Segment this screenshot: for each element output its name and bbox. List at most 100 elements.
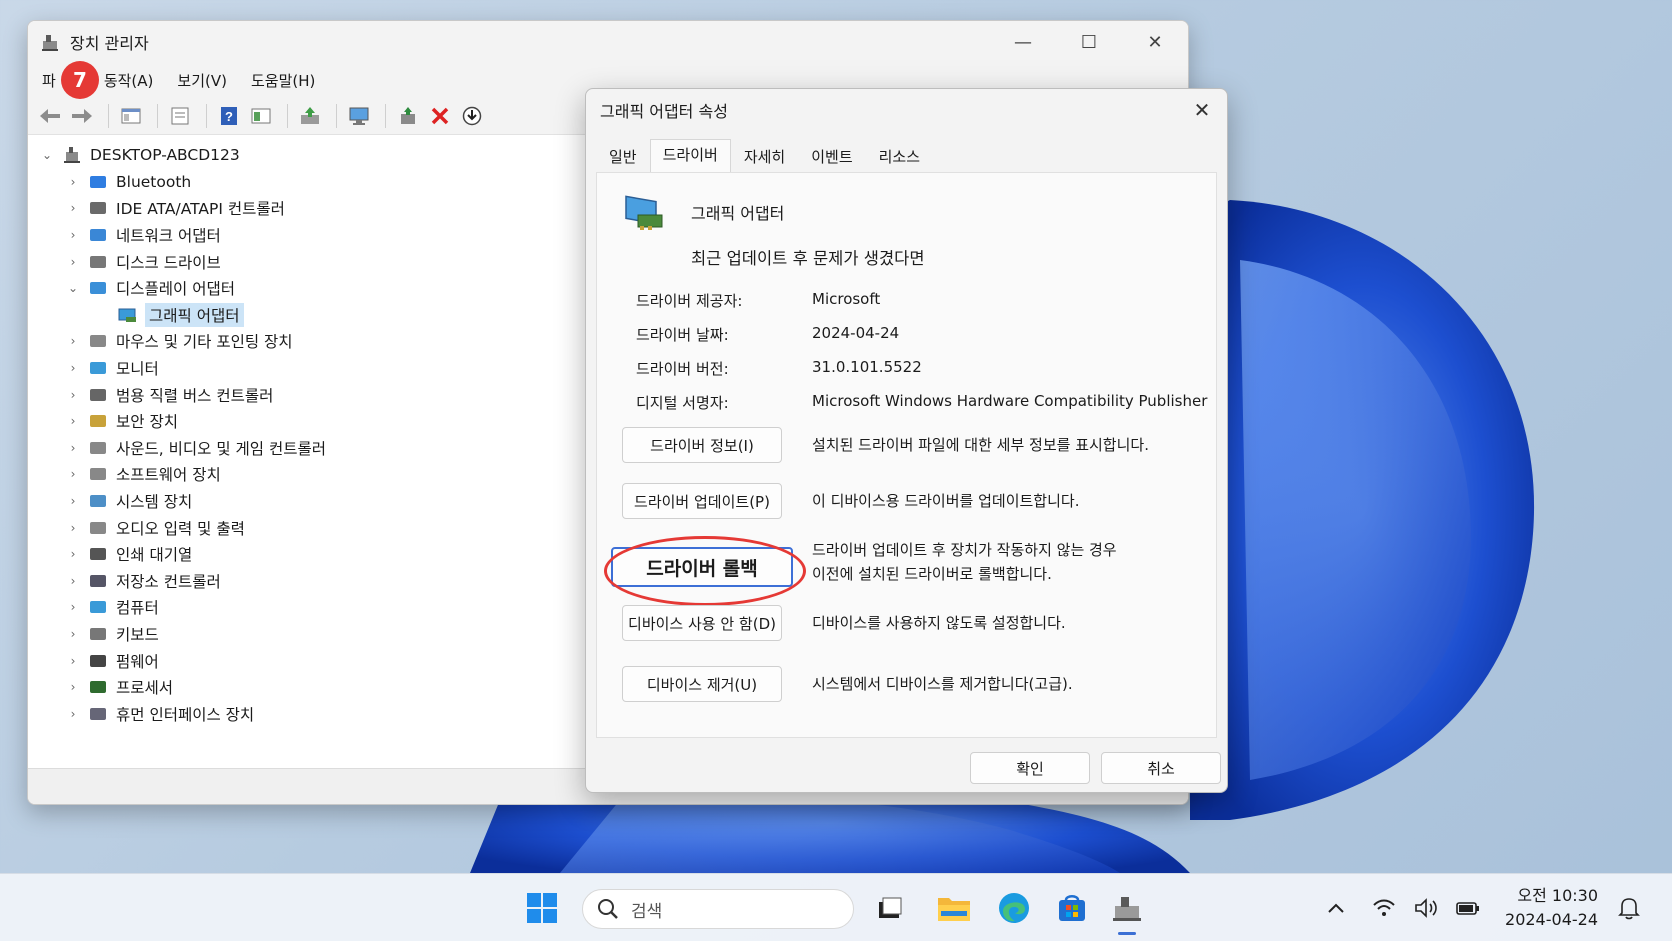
battery-icon[interactable] [1455, 874, 1481, 941]
menu-help[interactable]: 도움말(H) [251, 70, 315, 91]
chevron-right-icon[interactable]: › [64, 414, 82, 428]
update-driver-button[interactable]: 드라이버 업데이트(P) [622, 483, 782, 519]
version-label: 드라이버 버전: [636, 360, 729, 378]
chevron-right-icon[interactable]: › [64, 361, 82, 375]
tab-details[interactable]: 자세히 [731, 139, 798, 175]
volume-icon[interactable] [1414, 874, 1440, 941]
menu-action[interactable]: 동작(A) [104, 70, 154, 91]
uninstall-device-icon[interactable] [426, 102, 454, 130]
chevron-right-icon[interactable]: › [64, 627, 82, 641]
add-legacy-hardware-icon[interactable] [394, 102, 422, 130]
tab-general[interactable]: 일반 [596, 139, 650, 175]
tab-events[interactable]: 이벤트 [798, 139, 865, 175]
menu-view[interactable]: 보기(V) [177, 70, 227, 91]
help-icon[interactable]: ? [215, 102, 243, 130]
system-device-icon [90, 495, 106, 508]
scan-hardware-icon[interactable] [345, 102, 373, 130]
system-clock[interactable]: 오전 10:30 2024-04-24 [1505, 884, 1598, 932]
taskbar-search[interactable]: 검색 [582, 889, 854, 929]
chevron-right-icon[interactable]: › [64, 441, 82, 455]
edge-browser-icon[interactable] [994, 888, 1034, 928]
ok-button[interactable]: 확인 [970, 752, 1090, 784]
task-view-icon[interactable] [870, 888, 910, 928]
provider-label: 드라이버 제공자: [636, 292, 743, 310]
driver-details-button[interactable]: 드라이버 정보(I) [622, 427, 782, 463]
chevron-right-icon[interactable]: › [64, 600, 82, 614]
close-button[interactable]: ✕ [1122, 21, 1188, 63]
date-value: 2024-04-24 [812, 324, 900, 342]
properties-icon[interactable] [166, 102, 194, 130]
chevron-right-icon[interactable]: › [64, 680, 82, 694]
chevron-down-icon[interactable]: ⌄ [64, 281, 82, 295]
chevron-right-icon[interactable]: › [64, 467, 82, 481]
start-button[interactable] [522, 888, 562, 928]
chevron-right-icon[interactable]: › [64, 707, 82, 721]
update-driver-desc: 이 디바이스용 드라이버를 업데이트합니다. [812, 492, 1080, 510]
active-app-indicator [1118, 932, 1136, 935]
chevron-right-icon[interactable]: › [64, 654, 82, 668]
minimize-button[interactable]: — [990, 21, 1056, 63]
chevron-down-icon[interactable]: ⌄ [38, 148, 56, 162]
chevron-right-icon[interactable]: › [64, 201, 82, 215]
chevron-right-icon[interactable]: › [64, 547, 82, 561]
cancel-button[interactable]: 취소 [1101, 752, 1221, 784]
provider-value: Microsoft [812, 290, 881, 308]
disable-device-button[interactable]: 디바이스 사용 안 함(D) [622, 605, 782, 641]
chevron-right-icon[interactable]: › [64, 494, 82, 508]
tab-driver[interactable]: 드라이버 [649, 139, 731, 175]
highlight-circle [604, 536, 806, 606]
toolbar-separator [108, 103, 109, 128]
chevron-right-icon[interactable]: › [64, 521, 82, 535]
tree-item-label: 네트워크 어댑터 [116, 227, 221, 246]
mouse-icon [90, 335, 106, 348]
tree-item-label: 보안 장치 [116, 413, 178, 432]
print-queue-icon [90, 548, 106, 561]
show-hidden-icons-chevron-up-icon[interactable] [1327, 874, 1345, 941]
tree-item-label: 디스플레이 어댑터 [116, 280, 236, 299]
keyboard-icon [90, 627, 106, 640]
wifi-icon[interactable] [1372, 874, 1396, 941]
graphics-adapter-icon [118, 308, 136, 322]
device-manager-taskbar-icon[interactable] [1107, 888, 1147, 928]
microsoft-store-icon[interactable] [1052, 888, 1092, 928]
sound-icon [90, 441, 106, 454]
tree-item-label: 저장소 컨트롤러 [116, 572, 221, 591]
tree-item-label: 펌웨어 [116, 652, 159, 671]
file-explorer-icon[interactable] [934, 888, 974, 928]
toolbar-separator [336, 103, 337, 128]
tree-item-label: 휴먼 인터페이스 장치 [116, 705, 255, 724]
date-label: 드라이버 날짜: [636, 326, 729, 344]
ide-controller-icon [90, 202, 106, 215]
security-device-icon [90, 415, 106, 428]
chevron-right-icon[interactable]: › [64, 228, 82, 242]
update-driver-icon[interactable] [296, 102, 324, 130]
chevron-right-icon[interactable]: › [64, 388, 82, 402]
chevron-right-icon[interactable]: › [64, 255, 82, 269]
chevron-right-icon[interactable]: › [64, 334, 82, 348]
tab-resources[interactable]: 리소스 [866, 139, 933, 175]
tree-item-label: Bluetooth [116, 172, 192, 191]
tree-item-label: 그래픽 어댑터 [145, 302, 244, 327]
dialog-close-button[interactable]: ✕ [1187, 95, 1217, 125]
uninstall-device-button[interactable]: 디바이스 제거(U) [622, 666, 782, 702]
forward-arrow-icon[interactable] [68, 102, 96, 130]
signer-label: 디지털 서명자: [636, 394, 729, 412]
usb-icon [90, 388, 106, 401]
show-hide-console-icon[interactable] [117, 102, 145, 130]
tree-item-label: 컴퓨터 [116, 599, 159, 618]
tree-item-label: 프로세서 [116, 679, 174, 698]
chevron-right-icon[interactable]: › [64, 175, 82, 189]
tree-root-label: DESKTOP-ABCD123 [90, 146, 240, 165]
search-placeholder: 검색 [631, 901, 663, 922]
tree-item-label: 오디오 입력 및 출력 [116, 519, 245, 538]
notification-bell-icon[interactable] [1618, 874, 1640, 941]
maximize-button[interactable]: ☐ [1056, 21, 1122, 63]
clock-date: 2024-04-24 [1505, 910, 1598, 929]
view-resources-icon[interactable] [247, 102, 275, 130]
download-circle-icon[interactable] [458, 102, 486, 130]
uninstall-device-desc: 시스템에서 디바이스를 제거합니다(고급). [812, 675, 1073, 693]
menu-file[interactable]: 파 [42, 70, 56, 91]
back-arrow-icon[interactable] [36, 102, 64, 130]
firmware-icon [90, 654, 106, 667]
chevron-right-icon[interactable]: › [64, 574, 82, 588]
